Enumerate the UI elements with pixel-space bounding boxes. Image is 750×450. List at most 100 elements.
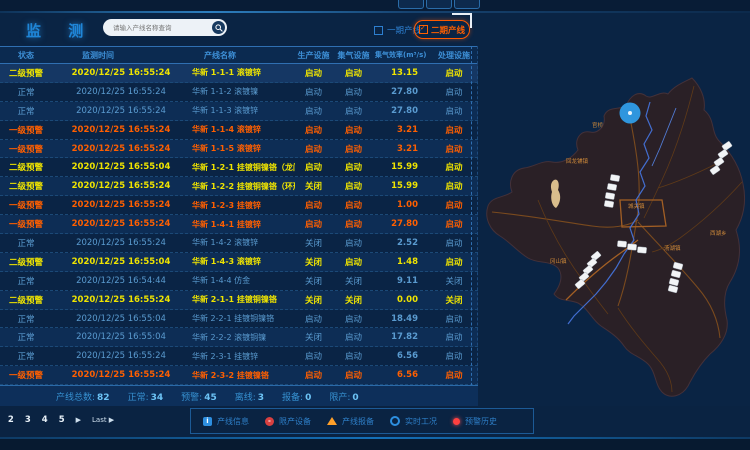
cell-status: 正常 xyxy=(0,350,52,362)
legend-item[interactable]: i产线信息 xyxy=(203,416,249,427)
cell-prod: 启动 xyxy=(295,218,332,230)
factory-marker[interactable] xyxy=(607,183,617,190)
cell-name: 华新 1-4-4 仿金 xyxy=(190,275,295,286)
top-tab[interactable] xyxy=(454,0,480,9)
monitoring-dashboard: 监 测 一期产线 二期产线 状态监测时间产线名称生产设施集气设施集气效率(m³/… xyxy=(0,0,750,450)
district-map[interactable]: 官桥回龙铺镇城关镇西湖乡汤湖镇冈山镇 xyxy=(480,50,750,405)
cell-prod: 关闭 xyxy=(295,275,332,287)
legend-item[interactable]: 实时工况 xyxy=(390,416,437,427)
next-page-button[interactable]: ▶ xyxy=(76,416,81,424)
column-header: 生产设施 xyxy=(295,50,332,61)
corner-bracket-decoration xyxy=(452,13,472,28)
top-tab[interactable] xyxy=(398,0,424,9)
tri-icon xyxy=(327,417,337,425)
map-region-label: 官桥 xyxy=(592,121,604,129)
cell-gas: 启动 xyxy=(332,105,375,117)
search-box[interactable] xyxy=(103,19,227,36)
cell-status: 二级预警 xyxy=(0,256,52,268)
cell-gas: 启动 xyxy=(332,331,375,343)
cell-name: 华新 1-4-3 滚镀锌 xyxy=(190,256,295,267)
column-header: 产线名称 xyxy=(190,50,295,61)
cell-name: 华新 1-1-1 滚镀锌 xyxy=(190,67,295,78)
table-row[interactable]: 二级预警2020/12/25 16:55:04华新 1-4-3 滚镀锌关闭启动1… xyxy=(0,253,478,272)
search-input[interactable] xyxy=(111,20,207,36)
table-row[interactable]: 二级预警2020/12/25 16:55:24华新 1-1-1 滚镀锌启动启动1… xyxy=(0,64,478,83)
cell-eff: 6.56 xyxy=(375,351,430,361)
cell-eff: 15.99 xyxy=(375,181,430,191)
cell-eff: 27.80 xyxy=(375,87,430,97)
table-row[interactable]: 正常2020/12/25 16:54:44华新 1-4-4 仿金关闭关闭9.11… xyxy=(0,272,478,291)
column-header: 集气设施 xyxy=(332,50,375,61)
cell-eff: 27.80 xyxy=(375,106,430,116)
table-header-row: 状态监测时间产线名称生产设施集气设施集气效率(m³/s)处理设施 xyxy=(0,46,478,64)
legend-label: 产线报备 xyxy=(342,416,374,427)
factory-marker[interactable] xyxy=(627,244,636,251)
cell-status: 二级预警 xyxy=(0,161,52,173)
cell-status: 一级预警 xyxy=(0,124,52,136)
table-row[interactable]: 正常2020/12/25 16:55:24华新 1-1-3 滚镀锌启动启动27.… xyxy=(0,102,478,121)
factory-marker[interactable] xyxy=(637,247,646,254)
table-row[interactable]: 一级预警2020/12/25 16:55:24华新 2-3-2 挂镀镍铬启动启动… xyxy=(0,366,478,385)
top-tab[interactable] xyxy=(426,0,452,9)
legend-item[interactable]: 预警历史 xyxy=(453,416,497,427)
cell-time: 2020/12/25 16:55:24 xyxy=(52,144,190,154)
cell-gas: 启动 xyxy=(332,86,375,98)
table-row[interactable]: 二级预警2020/12/25 16:55:24华新 1-2-2 挂镀铜镍铬（环形… xyxy=(0,177,478,196)
cell-status: 正常 xyxy=(0,105,52,117)
summary-value: 3 xyxy=(258,393,264,403)
table-row[interactable]: 一级预警2020/12/25 16:55:24华新 1-1-4 滚镀锌启动启动3… xyxy=(0,121,478,140)
cell-time: 2020/12/25 16:55:24 xyxy=(52,370,190,380)
cell-name: 华新 1-2-2 挂镀铜镍铬（环形线） xyxy=(190,181,295,192)
legend-label: 限产设备 xyxy=(279,416,311,427)
cell-time: 2020/12/25 16:55:04 xyxy=(52,314,190,324)
table-row[interactable]: 一级预警2020/12/25 16:55:24华新 1-2-3 挂镀锌启动启动1… xyxy=(0,196,478,215)
pagination: 12345▶Last ▶ xyxy=(0,415,114,425)
header: 监 测 一期产线 二期产线 xyxy=(0,13,750,47)
summary-value: 34 xyxy=(151,393,164,403)
cell-gas: 启动 xyxy=(332,199,375,211)
cell-gas: 启动 xyxy=(332,143,375,155)
page-button[interactable]: 5 xyxy=(59,415,65,425)
cell-status: 一级预警 xyxy=(0,143,52,155)
cell-eff: 3.21 xyxy=(375,144,430,154)
table-row[interactable]: 二级预警2020/12/25 16:55:24华新 2-1-1 挂镀铜镍铬关闭关… xyxy=(0,291,478,310)
cell-time: 2020/12/25 16:55:24 xyxy=(52,238,190,248)
cell-gas: 启动 xyxy=(332,369,375,381)
cell-status: 正常 xyxy=(0,237,52,249)
cell-status: 正常 xyxy=(0,86,52,98)
table-row[interactable]: 正常2020/12/25 16:55:04华新 2-2-2 滚镀铜镍关闭启动17… xyxy=(0,328,478,347)
cell-gas: 启动 xyxy=(332,313,375,325)
cell-name: 华新 1-2-3 挂镀锌 xyxy=(190,200,295,211)
cell-prod: 启动 xyxy=(295,67,332,79)
factory-marker[interactable] xyxy=(605,192,615,199)
page-button[interactable]: 2 xyxy=(8,415,14,425)
factory-marker[interactable] xyxy=(617,241,626,248)
cell-time: 2020/12/25 16:55:24 xyxy=(52,106,190,116)
table-row[interactable]: 一级预警2020/12/25 16:55:24华新 1-4-1 挂镀锌启动启动2… xyxy=(0,215,478,234)
cell-status: 正常 xyxy=(0,331,52,343)
table-row[interactable]: 一级预警2020/12/25 16:55:24华新 1-1-5 滚镀锌启动启动3… xyxy=(0,140,478,159)
search-icon[interactable] xyxy=(212,21,225,34)
checkbox-checked-icon[interactable] xyxy=(419,25,428,34)
cell-eff: 6.56 xyxy=(375,370,430,380)
cell-prod: 启动 xyxy=(295,105,332,117)
table-row[interactable]: 正常2020/12/25 16:55:24华新 1-4-2 滚镀锌关闭启动2.5… xyxy=(0,234,478,253)
table-row[interactable]: 正常2020/12/25 16:55:04华新 2-2-1 挂镀铜镍铬启动启动1… xyxy=(0,310,478,329)
table-row[interactable]: 正常2020/12/25 16:55:24华新 1-1-2 滚镀镍启动启动27.… xyxy=(0,83,478,102)
page-button[interactable]: 3 xyxy=(25,415,31,425)
legend-item[interactable]: -限产设备 xyxy=(265,416,311,427)
page-button[interactable]: 4 xyxy=(42,415,48,425)
checkbox-unchecked-icon[interactable] xyxy=(374,26,383,35)
cell-time: 2020/12/25 16:55:04 xyxy=(52,257,190,267)
map-landmass xyxy=(487,78,745,396)
last-page-button[interactable]: Last ▶ xyxy=(92,416,114,424)
factory-marker[interactable] xyxy=(604,200,614,207)
summary-item: 离线:3 xyxy=(235,390,264,403)
legend-item[interactable]: 产线报备 xyxy=(327,416,374,427)
factory-marker[interactable] xyxy=(610,174,620,181)
summary-item: 产线总数:82 xyxy=(56,390,110,403)
summary-item: 正常:34 xyxy=(128,390,164,403)
table-row[interactable]: 二级预警2020/12/25 16:55:04华新 1-2-1 挂镀铜镍铬（龙门… xyxy=(0,158,478,177)
cell-eff: 3.21 xyxy=(375,125,430,135)
table-row[interactable]: 正常2020/12/25 16:55:24华新 2-3-1 挂镀锌启动启动6.5… xyxy=(0,347,478,366)
